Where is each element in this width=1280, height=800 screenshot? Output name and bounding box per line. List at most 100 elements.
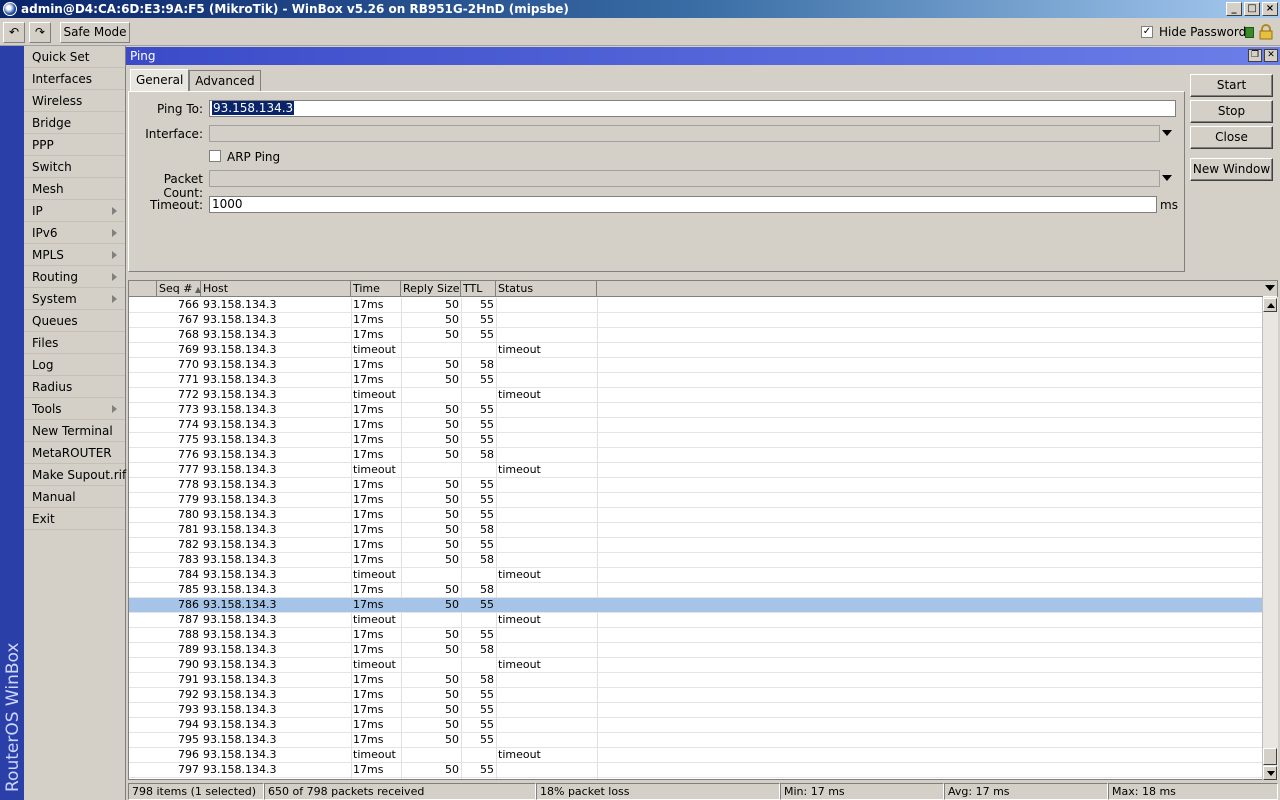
table-row[interactable]: 774 93.158.134.3 17ms 50 55	[129, 418, 1263, 433]
new-window-button[interactable]: New Window	[1190, 158, 1273, 181]
menu-item-files[interactable]: Files	[24, 332, 125, 354]
column-header-status[interactable]: Status	[496, 281, 597, 297]
menu-item-new-terminal[interactable]: New Terminal	[24, 420, 125, 442]
packet-count-select[interactable]	[209, 170, 1160, 187]
table-row[interactable]: 794 93.158.134.3 17ms 50 55	[129, 718, 1263, 733]
menu-item-log[interactable]: Log	[24, 354, 125, 376]
ping-results-table: Seq # ▲ Host Time Reply Size TTL Status …	[128, 280, 1278, 780]
close-ping-window-button[interactable]: ✕	[1264, 49, 1278, 62]
safe-mode-button[interactable]: Safe Mode	[60, 22, 130, 43]
table-row[interactable]: 789 93.158.134.3 17ms 50 58	[129, 643, 1263, 658]
menu-item-wireless[interactable]: Wireless	[24, 90, 125, 112]
column-header-host[interactable]: Host	[201, 281, 351, 297]
menu-item-system[interactable]: System	[24, 288, 125, 310]
table-row[interactable]: 779 93.158.134.3 17ms 50 55	[129, 493, 1263, 508]
table-row[interactable]: 777 93.158.134.3 timeout timeout	[129, 463, 1263, 478]
menu-item-metarouter[interactable]: MetaROUTER	[24, 442, 125, 464]
undo-button[interactable]: ↶	[3, 22, 25, 43]
menu-item-quick-set[interactable]: Quick Set	[24, 46, 125, 68]
table-header: Seq # ▲ Host Time Reply Size TTL Status	[129, 281, 1263, 297]
table-row[interactable]: 770 93.158.134.3 17ms 50 58	[129, 358, 1263, 373]
menu-item-ip[interactable]: IP	[24, 200, 125, 222]
menu-item-mpls[interactable]: MPLS	[24, 244, 125, 266]
column-header-time[interactable]: Time	[351, 281, 401, 297]
menu-item-radius[interactable]: Radius	[24, 376, 125, 398]
scroll-down-button[interactable]	[1263, 766, 1277, 780]
timeout-input[interactable]: 1000	[209, 196, 1157, 213]
table-row[interactable]: 782 93.158.134.3 17ms 50 55	[129, 538, 1263, 553]
close-button[interactable]: Close	[1190, 126, 1273, 149]
table-row[interactable]: 786 93.158.134.3 17ms 50 55	[129, 598, 1263, 613]
table-row[interactable]: 785 93.158.134.3 17ms 50 58	[129, 583, 1263, 598]
menu-item-label: IP	[32, 204, 43, 218]
menu-item-mesh[interactable]: Mesh	[24, 178, 125, 200]
table-row[interactable]: 776 93.158.134.3 17ms 50 58	[129, 448, 1263, 463]
scroll-up-button[interactable]	[1263, 298, 1277, 312]
menu-item-interfaces[interactable]: Interfaces	[24, 68, 125, 90]
table-row[interactable]: 784 93.158.134.3 timeout timeout	[129, 568, 1263, 583]
menu-item-label: Make Supout.rif	[32, 468, 127, 482]
table-row[interactable]: 781 93.158.134.3 17ms 50 58	[129, 523, 1263, 538]
restore-window-button[interactable]: ❐	[1248, 49, 1262, 62]
table-row[interactable]: 790 93.158.134.3 timeout timeout	[129, 658, 1263, 673]
status-min: Min: 17 ms	[780, 783, 944, 800]
maximize-button[interactable]: □	[1244, 2, 1260, 16]
table-row[interactable]: 778 93.158.134.3 17ms 50 55	[129, 478, 1263, 493]
main-toolbar: ↶ ↷ Safe Mode ✓ Hide Passwords	[0, 18, 1280, 46]
packet-count-dropdown-icon[interactable]	[1162, 175, 1172, 181]
table-row[interactable]: 771 93.158.134.3 17ms 50 55	[129, 373, 1263, 388]
menu-item-manual[interactable]: Manual	[24, 486, 125, 508]
column-header-reply-size[interactable]: Reply Size	[401, 281, 461, 297]
table-row[interactable]: 783 93.158.134.3 17ms 50 58	[129, 553, 1263, 568]
table-row[interactable]: 766 93.158.134.3 17ms 50 55	[129, 298, 1263, 313]
menu-item-switch[interactable]: Switch	[24, 156, 125, 178]
table-row[interactable]: 795 93.158.134.3 17ms 50 55	[129, 733, 1263, 748]
column-header-ttl[interactable]: TTL	[461, 281, 496, 297]
table-row[interactable]: 773 93.158.134.3 17ms 50 55	[129, 403, 1263, 418]
tab-general[interactable]: General	[130, 69, 190, 91]
close-window-button[interactable]: ×	[1262, 2, 1278, 16]
table-row[interactable]: 787 93.158.134.3 timeout timeout	[129, 613, 1263, 628]
interface-dropdown-icon[interactable]	[1162, 130, 1172, 136]
table-row[interactable]: 797 93.158.134.3 17ms 50 55	[129, 763, 1263, 778]
tab-advanced[interactable]: Advanced	[189, 70, 261, 91]
stop-button[interactable]: Stop	[1190, 100, 1273, 123]
table-row[interactable]: 768 93.158.134.3 17ms 50 55	[129, 328, 1263, 343]
menu-item-bridge[interactable]: Bridge	[24, 112, 125, 134]
table-row[interactable]: 772 93.158.134.3 timeout timeout	[129, 388, 1263, 403]
hide-passwords-toggle[interactable]: ✓ Hide Passwords	[1141, 25, 1252, 39]
table-row[interactable]: 767 93.158.134.3 17ms 50 55	[129, 313, 1263, 328]
menu-item-ipv6[interactable]: IPv6	[24, 222, 125, 244]
column-header-seq[interactable]: Seq # ▲	[157, 281, 201, 297]
cell-time: 17ms	[353, 628, 384, 641]
interface-select[interactable]	[209, 125, 1160, 142]
minimize-button[interactable]: _	[1226, 2, 1242, 16]
table-row[interactable]: 796 93.158.134.3 timeout timeout	[129, 748, 1263, 763]
menu-item-queues[interactable]: Queues	[24, 310, 125, 332]
hide-passwords-checkbox[interactable]: ✓	[1141, 26, 1153, 38]
ping-to-input[interactable]: 93.158.134.3	[209, 100, 1176, 117]
menu-item-tools[interactable]: Tools	[24, 398, 125, 420]
table-row[interactable]: 792 93.158.134.3 17ms 50 55	[129, 688, 1263, 703]
start-button[interactable]: Start	[1190, 74, 1273, 97]
cell-time: timeout	[353, 748, 396, 761]
table-scrollbar[interactable]	[1262, 297, 1278, 780]
table-row[interactable]: 780 93.158.134.3 17ms 50 55	[129, 508, 1263, 523]
scroll-thumb[interactable]	[1263, 748, 1277, 765]
arp-ping-checkbox[interactable]	[209, 150, 221, 162]
table-row[interactable]: 791 93.158.134.3 17ms 50 58	[129, 673, 1263, 688]
column-chooser-button[interactable]	[1263, 281, 1277, 296]
redo-button[interactable]: ↷	[29, 22, 51, 43]
table-row[interactable]: 769 93.158.134.3 timeout timeout	[129, 343, 1263, 358]
table-row[interactable]: 788 93.158.134.3 17ms 50 55	[129, 628, 1263, 643]
menu-item-label: Quick Set	[32, 50, 90, 64]
winbox-app-icon	[3, 2, 17, 16]
cell-host: 93.158.134.3	[203, 718, 277, 731]
menu-item-make-supout-rif[interactable]: Make Supout.rif	[24, 464, 127, 486]
menu-item-exit[interactable]: Exit	[24, 508, 125, 530]
table-row[interactable]: 793 93.158.134.3 17ms 50 55	[129, 703, 1263, 718]
menu-item-routing[interactable]: Routing	[24, 266, 125, 288]
cell-time: 17ms	[353, 298, 384, 311]
menu-item-ppp[interactable]: PPP	[24, 134, 125, 156]
table-row[interactable]: 775 93.158.134.3 17ms 50 55	[129, 433, 1263, 448]
